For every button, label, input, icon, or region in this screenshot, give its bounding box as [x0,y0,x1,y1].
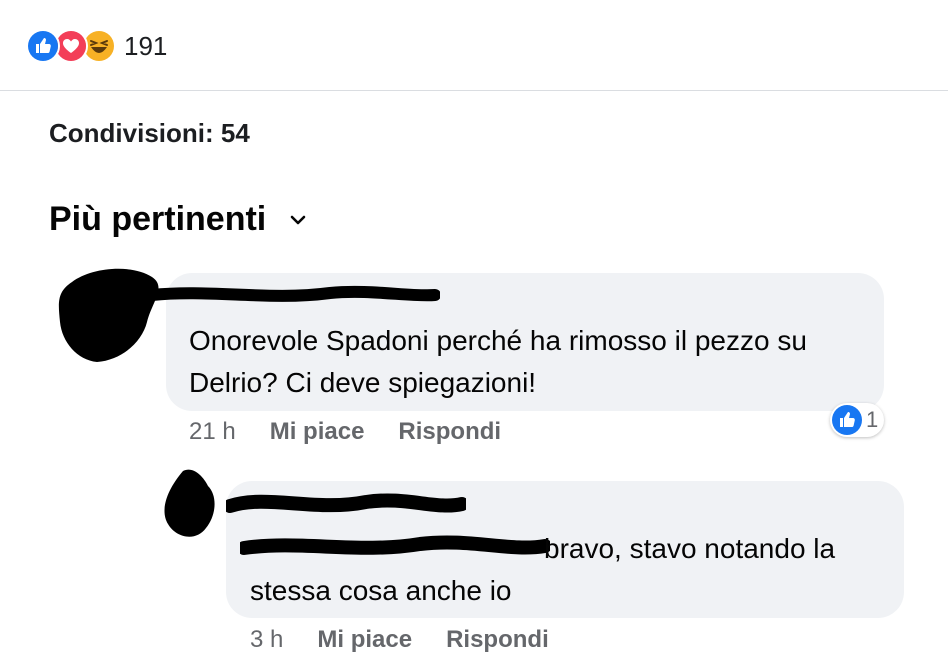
reactions-summary[interactable]: 191 [26,26,167,66]
like-button[interactable]: Mi piace [317,626,412,654]
comment-meta: 21 h Mi piace Rispondi [189,418,535,446]
comment-timestamp[interactable]: 21 h [189,418,236,446]
reply-button[interactable]: Rispondi [446,626,549,654]
shares-count[interactable]: Condivisioni: 54 [49,118,250,149]
redacted-avatar [58,268,159,362]
like-icon [26,29,60,63]
reaction-count: 191 [124,30,168,61]
comment-meta: 3 h Mi piace Rispondi [250,626,583,654]
comment-like-count: 1 [866,407,879,432]
sort-dropdown[interactable]: Più pertinenti [49,200,308,239]
comment-text: Onorevole Spadoni perché ha rimosso il p… [189,325,807,398]
like-button[interactable]: Mi piace [270,418,365,446]
like-icon [832,405,862,435]
divider [0,90,948,91]
redacted-author-name[interactable] [150,283,440,313]
comment-timestamp[interactable]: 3 h [250,626,283,654]
chevron-down-icon [290,215,306,224]
redacted-author-name[interactable] [226,488,466,522]
comment-text: bravo, stavo notando la stessa cosa anch… [250,533,836,606]
comment-reaction-badge[interactable]: 1 [830,403,885,437]
sort-label: Più pertinenti [49,200,267,238]
reply-button[interactable]: Rispondi [398,418,501,446]
